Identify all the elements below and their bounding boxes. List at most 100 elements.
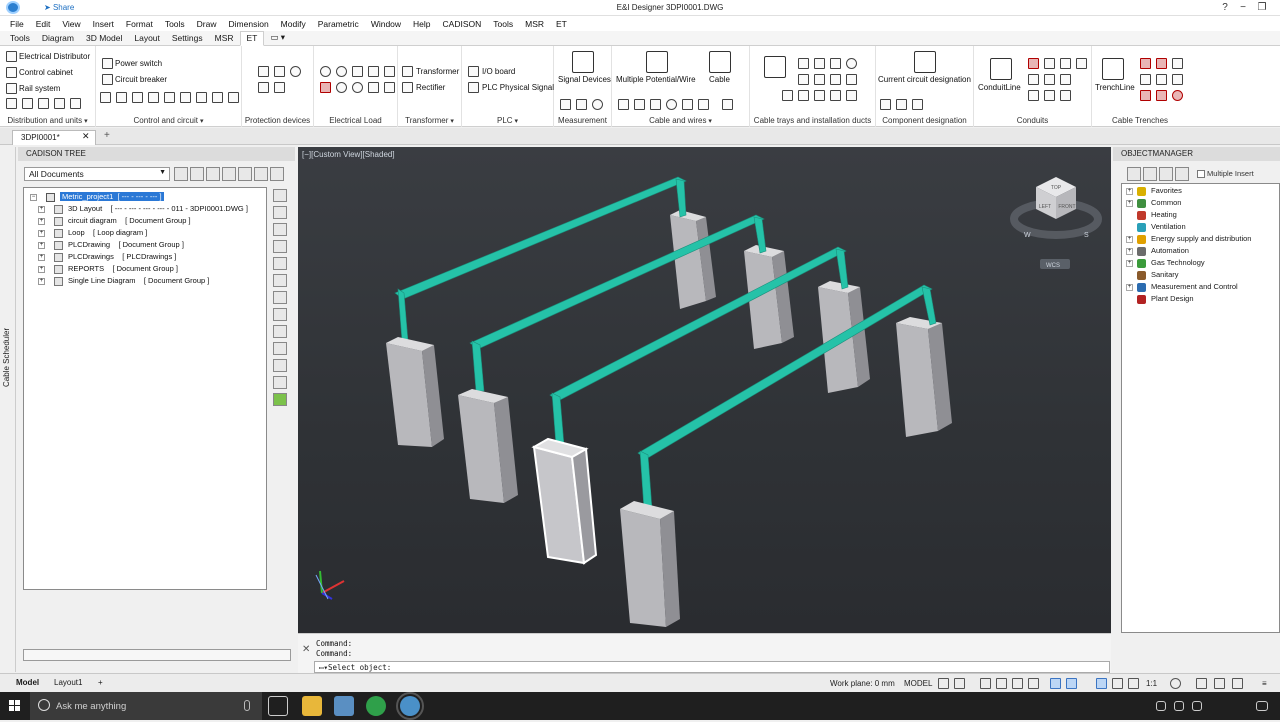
zoom-icon[interactable] xyxy=(273,308,287,321)
tree-tool-icon[interactable] xyxy=(206,167,220,181)
load-icon[interactable] xyxy=(368,66,379,77)
tool-icon[interactable] xyxy=(1172,90,1183,101)
tree-tool-icon[interactable] xyxy=(254,167,268,181)
gear-icon[interactable] xyxy=(1170,678,1181,689)
tool-icon[interactable] xyxy=(38,98,49,109)
side-tool-icon[interactable] xyxy=(273,240,287,253)
tool-icon[interactable] xyxy=(896,99,907,110)
load-icon[interactable] xyxy=(384,82,395,93)
file-explorer-icon[interactable] xyxy=(302,696,322,716)
fuse-icon[interactable] xyxy=(274,66,285,77)
workplane-readout[interactable]: Work plane: 0 mm xyxy=(830,679,895,688)
tool-icon[interactable] xyxy=(880,99,891,110)
otrack-icon[interactable] xyxy=(1028,678,1039,689)
io-board-button[interactable]: I/O board xyxy=(482,67,515,76)
tool-icon[interactable] xyxy=(634,99,645,110)
snap-icon[interactable] xyxy=(954,678,965,689)
side-tool-icon[interactable] xyxy=(273,359,287,372)
transparency-icon[interactable] xyxy=(1066,678,1077,689)
viewcube-front[interactable]: FRONT xyxy=(1058,204,1075,210)
tool-icon[interactable] xyxy=(650,99,661,110)
tool-icon[interactable] xyxy=(212,92,223,103)
menu-view[interactable]: View xyxy=(56,19,86,29)
minimize-icon[interactable]: − xyxy=(1236,2,1250,14)
close-icon[interactable]: ✕ xyxy=(302,644,310,655)
task-view-icon[interactable] xyxy=(268,696,288,716)
fuse-icon[interactable] xyxy=(274,82,285,93)
tool-icon[interactable] xyxy=(1156,74,1167,85)
electrical-distributor-button[interactable]: Electrical Distributor xyxy=(19,52,90,61)
tray-icon[interactable] xyxy=(1156,701,1166,711)
add-layout-icon[interactable]: + xyxy=(92,676,109,689)
viewcube-top[interactable]: TOP xyxy=(1051,185,1062,191)
selected-cabinet[interactable] xyxy=(531,437,598,565)
expand-icon[interactable]: + xyxy=(38,278,45,285)
document-filter-select[interactable]: All Documents ▼ xyxy=(24,167,170,181)
conduitline-icon[interactable] xyxy=(990,58,1012,80)
cable-scheduler-strip[interactable]: Cable Scheduler xyxy=(0,147,16,672)
tree-tool-icon[interactable] xyxy=(270,167,284,181)
plus-icon[interactable] xyxy=(1196,678,1207,689)
group-label-plc[interactable]: PLC xyxy=(462,116,553,125)
tab-3d-model[interactable]: 3D Model xyxy=(80,32,128,45)
back-icon[interactable] xyxy=(174,167,188,181)
cabinet[interactable] xyxy=(896,317,952,437)
expand-icon[interactable]: + xyxy=(38,230,45,237)
cable-icon[interactable] xyxy=(709,51,731,73)
tool-icon[interactable] xyxy=(618,99,629,110)
expand-icon[interactable]: + xyxy=(38,254,45,261)
tab-et[interactable]: ET xyxy=(239,31,265,46)
tool-icon[interactable] xyxy=(1140,90,1151,101)
notification-icon[interactable] xyxy=(1256,701,1268,711)
osnap-icon[interactable] xyxy=(1012,678,1023,689)
motor-icon[interactable] xyxy=(336,66,347,77)
grid-icon[interactable] xyxy=(938,678,949,689)
compass-west[interactable]: W xyxy=(1024,232,1031,239)
app-logo-icon[interactable] xyxy=(6,1,20,14)
tool-icon[interactable] xyxy=(1028,74,1039,85)
tab-layout[interactable]: Layout xyxy=(128,32,166,45)
tool-icon[interactable] xyxy=(1140,58,1151,69)
lineweight-icon[interactable] xyxy=(1050,678,1061,689)
menu-draw[interactable]: Draw xyxy=(191,19,223,29)
load-icon[interactable] xyxy=(352,66,363,77)
menu-window[interactable]: Window xyxy=(365,19,407,29)
multiple-insert-checkbox[interactable] xyxy=(1197,170,1205,178)
model-space-toggle[interactable]: MODEL xyxy=(904,679,932,688)
cable-button[interactable]: Cable xyxy=(709,75,730,84)
polar-icon[interactable] xyxy=(996,678,1007,689)
expand-icon[interactable]: + xyxy=(38,206,45,213)
tree-tool-icon[interactable] xyxy=(238,167,252,181)
control-cabinet-button[interactable]: Control cabinet xyxy=(19,68,73,77)
cabinet[interactable] xyxy=(458,389,518,503)
tool-icon[interactable] xyxy=(576,99,587,110)
filter-icon[interactable] xyxy=(1143,167,1157,181)
menu-help[interactable]: Help xyxy=(407,19,436,29)
group-label-transformer[interactable]: Transformer xyxy=(398,116,461,125)
ortho-icon[interactable] xyxy=(980,678,991,689)
side-tool-icon[interactable] xyxy=(273,342,287,355)
expand-icon[interactable]: + xyxy=(38,218,45,225)
tool-icon[interactable] xyxy=(912,99,923,110)
tool-icon[interactable] xyxy=(830,58,841,69)
fuse-icon[interactable] xyxy=(258,66,269,77)
relay-icon[interactable] xyxy=(290,66,301,77)
tool-icon[interactable] xyxy=(560,99,571,110)
tool-icon[interactable] xyxy=(814,58,825,69)
annotation-icon[interactable] xyxy=(1112,678,1123,689)
tool-icon[interactable] xyxy=(798,90,809,101)
isolate-icon[interactable] xyxy=(1214,678,1225,689)
tool-icon[interactable] xyxy=(180,92,191,103)
side-tool-icon[interactable] xyxy=(273,206,287,219)
tool-icon[interactable] xyxy=(682,99,693,110)
tool-icon[interactable] xyxy=(1060,90,1071,101)
tool-icon[interactable] xyxy=(814,74,825,85)
microphone-icon[interactable] xyxy=(244,700,250,711)
cabinet[interactable] xyxy=(386,337,444,447)
command-input[interactable]: ▭▾Select object: xyxy=(314,661,1110,673)
side-tool-icon[interactable] xyxy=(273,257,287,270)
tool-icon[interactable] xyxy=(830,90,841,101)
tab-tools[interactable]: Tools xyxy=(4,32,36,45)
tool-icon[interactable] xyxy=(6,98,17,109)
tool-icon[interactable] xyxy=(666,99,677,110)
